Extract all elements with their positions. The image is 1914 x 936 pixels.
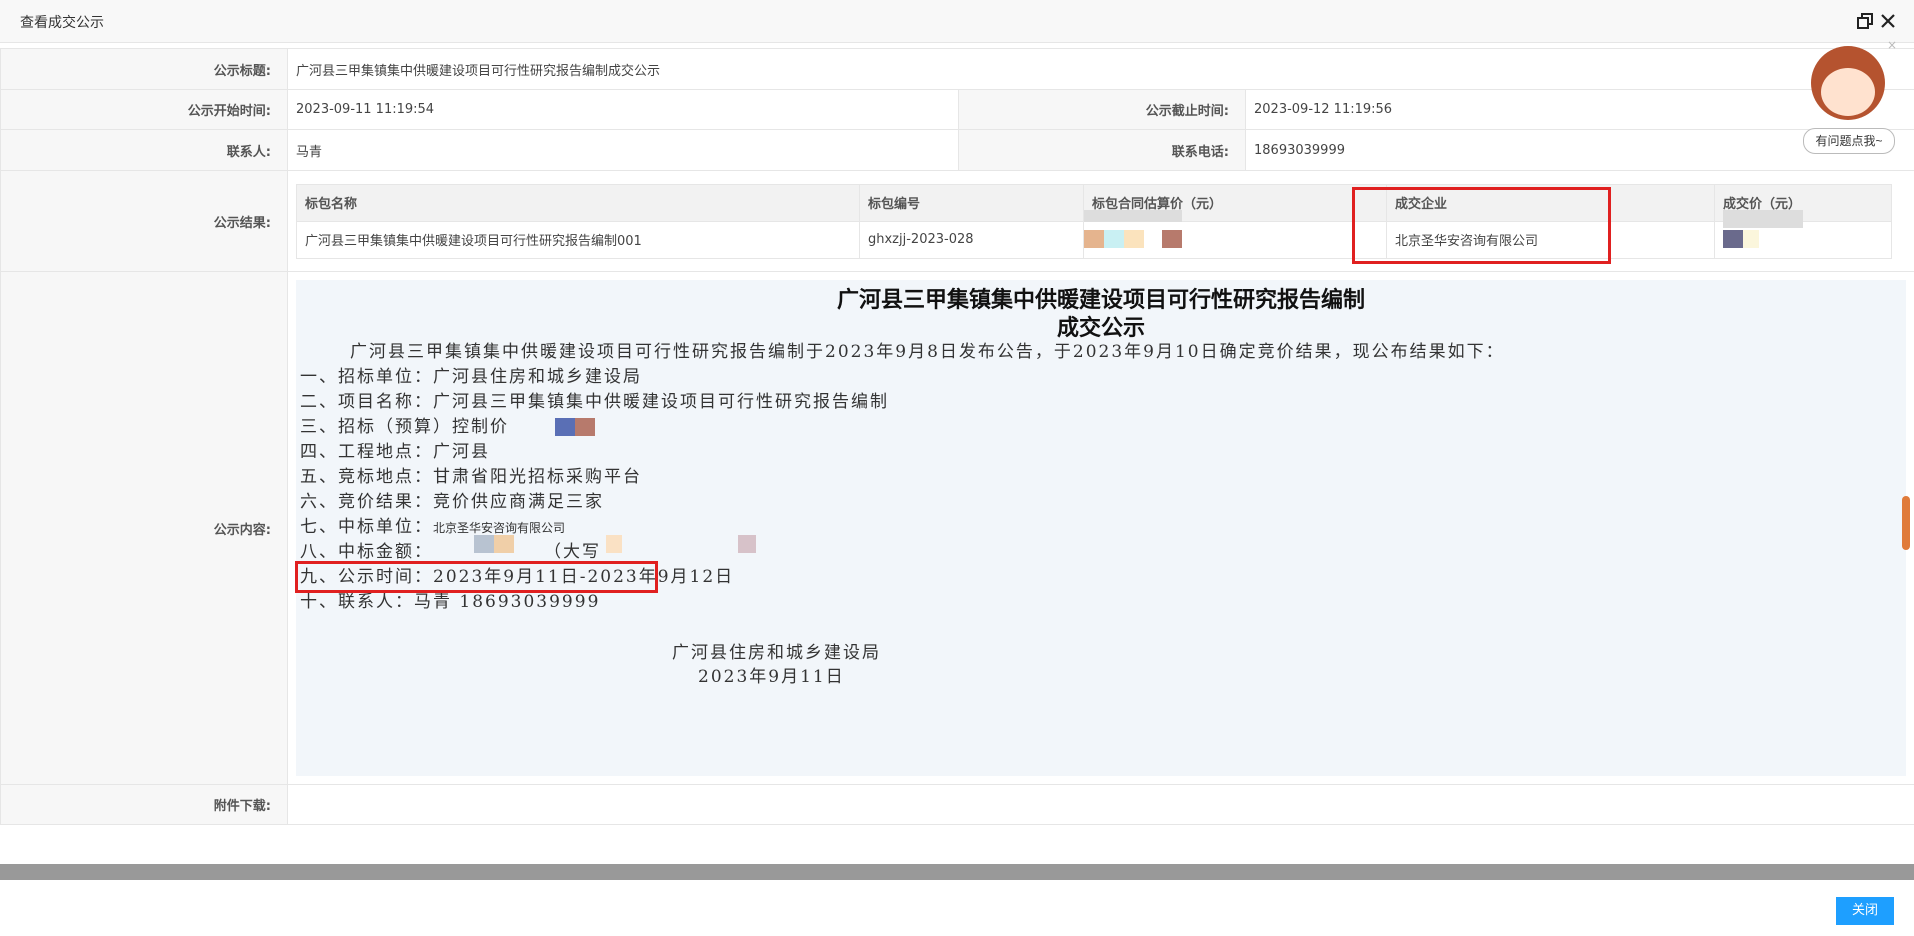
doc-item-8-daxie: （大写	[544, 542, 601, 562]
assistant-avatar[interactable]	[1811, 46, 1885, 120]
header-package-name: 标包名称	[296, 183, 860, 222]
highlight-box-winner	[295, 561, 658, 593]
redacted-amount	[474, 535, 494, 553]
package-code: ghxzjj-2023-028	[859, 220, 1084, 259]
doc-item-7-company: 北京圣华安咨询有限公司	[433, 521, 566, 535]
start-time-label: 公示开始时间:	[0, 89, 288, 130]
title-label: 公示标题:	[0, 48, 288, 90]
doc-item-2: 二、项目名称：广河县三甲集镇集中供暖建设项目可行性研究报告编制	[300, 392, 889, 412]
estimate-redacted	[1083, 209, 1387, 259]
table-row: 广河县三甲集镇集中供暖建设项目可行性研究报告编制001 ghxzjj-2023-…	[296, 209, 1892, 259]
doc-sign-date: 2023年9月11日	[698, 667, 845, 687]
result-cell: 标包名称 标包编号 标包合同估算价（元） 成交企业 成交价（元） 广河县三甲集镇…	[287, 170, 1914, 272]
package-name: 广河县三甲集镇集中供暖建设项目可行性研究报告编制001	[296, 220, 860, 259]
attachment-label: 附件下载:	[0, 784, 288, 825]
horizontal-scrollbar[interactable]	[0, 864, 1914, 880]
doc-item-5: 五、竞标地点：甘肃省阳光招标采购平台	[300, 467, 642, 487]
close-icon[interactable]	[1879, 12, 1897, 30]
doc-intro: 广河县三甲集镇集中供暖建设项目可行性研究报告编制于2023年9月8日发布公告，于…	[350, 342, 1505, 362]
doc-item-4: 四、工程地点：广河县	[300, 442, 490, 462]
contact-value: 马青	[287, 129, 959, 171]
start-time-value: 2023-09-11 11:19:54	[287, 89, 959, 130]
close-button[interactable]: 关闭	[1836, 897, 1894, 925]
attachment-value	[287, 784, 1914, 825]
doc-sign-org: 广河县住房和城乡建设局	[672, 643, 881, 663]
doc-item-1: 一、招标单位：广河县住房和城乡建设局	[300, 367, 642, 387]
redacted-budget	[555, 418, 575, 436]
notice-document: 广河县三甲集镇集中供暖建设项目可行性研究报告编制 成交公示 广河县三甲集镇集中供…	[296, 280, 1906, 776]
result-label: 公示结果:	[0, 170, 288, 272]
vertical-scrollbar[interactable]	[1902, 496, 1910, 550]
content-label: 公示内容:	[0, 271, 288, 785]
helper-close-icon[interactable]: ×	[1887, 38, 1897, 52]
phone-label: 联系电话:	[958, 129, 1246, 171]
end-time-label: 公示截止时间:	[958, 89, 1246, 130]
help-bubble[interactable]: 有问题点我~	[1803, 128, 1895, 154]
result-table: 标包名称 标包编号 标包合同估算价（元） 成交企业 成交价（元） 广河县三甲集镇…	[296, 183, 1892, 259]
maximize-icon[interactable]	[1856, 12, 1874, 30]
doc-item-8: 八、中标金额：	[300, 537, 433, 562]
highlight-box-company	[1352, 187, 1611, 264]
dialog-titlebar: 查看成交公示	[0, 0, 1914, 43]
content-cell: 广河县三甲集镇集中供暖建设项目可行性研究报告编制 成交公示 广河县三甲集镇集中供…	[287, 271, 1914, 785]
notice-form: 公示标题: 广河县三甲集镇集中供暖建设项目可行性研究报告编制成交公示 公示开始时…	[0, 48, 1914, 825]
contact-label: 联系人:	[0, 129, 288, 171]
doc-item-8-prefix: 八、中标金额：	[300, 542, 433, 562]
doc-item-6: 六、竞价结果：竞价供应商满足三家	[300, 492, 604, 512]
doc-item-7: 七、中标单位：北京圣华安咨询有限公司	[300, 512, 565, 537]
title-value: 广河县三甲集镇集中供暖建设项目可行性研究报告编制成交公示	[287, 48, 1914, 90]
price-redacted	[1714, 209, 1892, 259]
dialog-title: 查看成交公示	[20, 15, 104, 31]
doc-item-3: 三、招标（预算）控制价	[300, 417, 509, 437]
doc-item-7-prefix: 七、中标单位：	[300, 517, 433, 537]
header-package-code: 标包编号	[859, 183, 1084, 222]
